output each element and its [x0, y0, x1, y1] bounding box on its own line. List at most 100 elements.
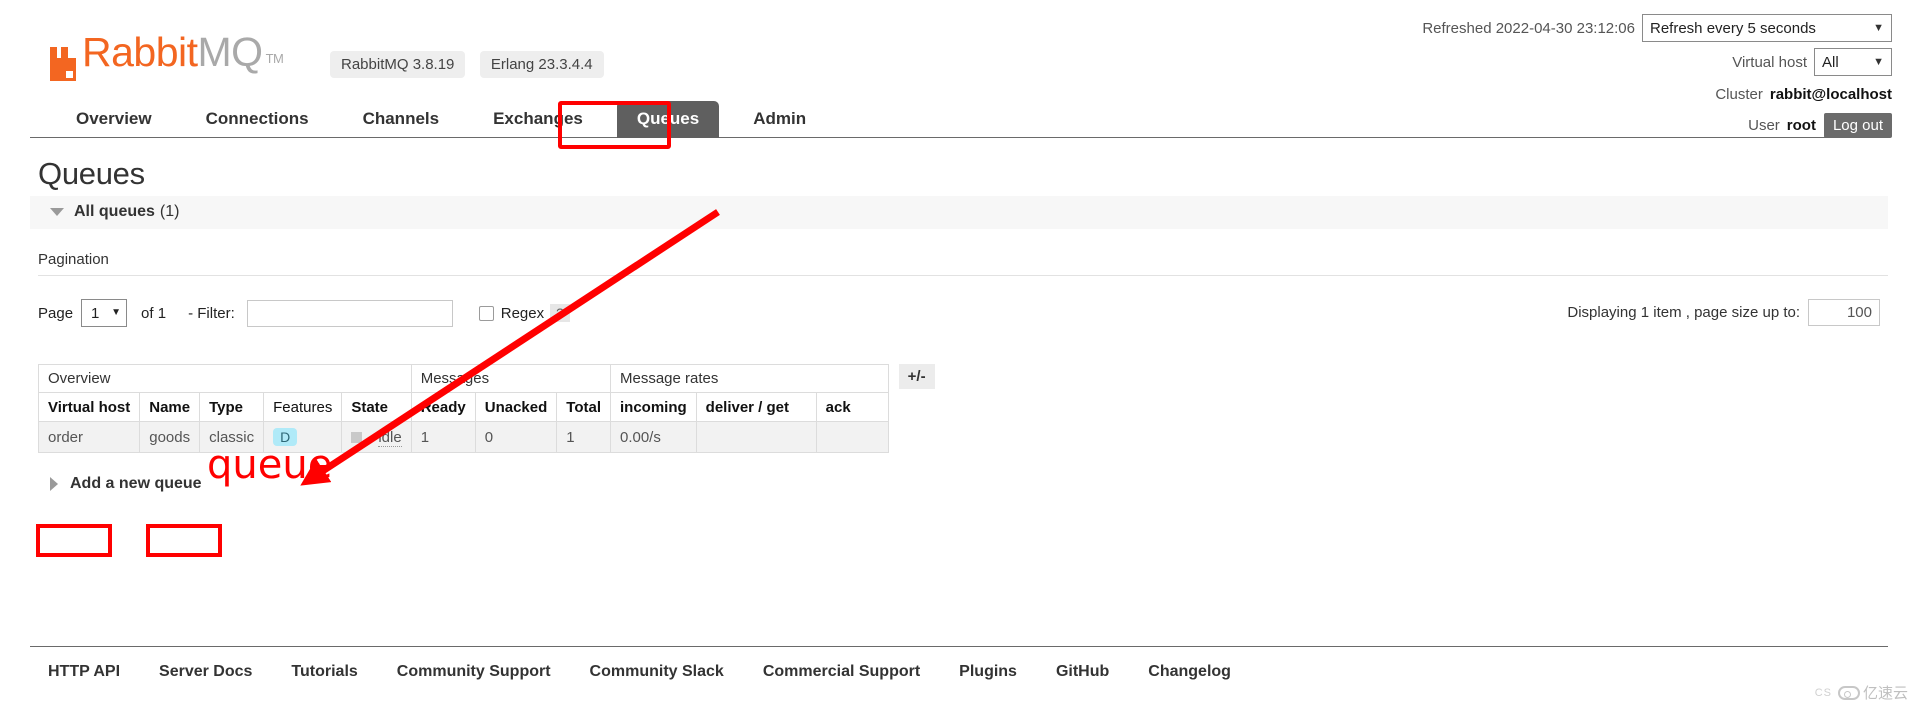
durable-feature-badge: D — [273, 428, 298, 446]
cell-incoming: 0.00/s — [609, 421, 697, 453]
footer-link-community-slack[interactable]: Community Slack — [590, 663, 724, 681]
vhost-label: Virtual host — [1732, 53, 1807, 71]
page-label: Page — [38, 304, 74, 322]
footer-link-http-api[interactable]: HTTP API — [48, 663, 120, 681]
col-name[interactable]: Name — [139, 392, 201, 422]
refresh-row: Refreshed 2022-04-30 23:12:06 Refresh ev… — [1422, 14, 1892, 42]
page-header: RabbitMQ TM RabbitMQ 3.8.19 Erlang 23.3.4… — [0, 0, 1918, 138]
footer-link-plugins[interactable]: Plugins — [959, 663, 1017, 681]
refreshed-timestamp: Refreshed 2022-04-30 23:12:06 — [1422, 19, 1635, 37]
display-info: Displaying 1 item , page size up to: 100 — [1567, 299, 1880, 326]
group-header-message-rates: Message rates — [609, 364, 889, 393]
page-of-label: of 1 — [141, 304, 167, 322]
rabbitmq-version-badge: RabbitMQ 3.8.19 — [330, 51, 466, 78]
footer-link-github[interactable]: GitHub — [1056, 663, 1109, 681]
triangle-right-icon — [50, 477, 58, 491]
triangle-down-icon — [50, 208, 64, 216]
cell-features: D — [263, 421, 343, 453]
cell-virtual-host[interactable]: order — [37, 421, 141, 453]
state-text: idle — [378, 428, 402, 447]
logo-wordmark: RabbitMQ TM — [82, 32, 284, 81]
chevron-down-icon: ▼ — [1873, 56, 1884, 68]
col-type[interactable]: Type — [199, 392, 265, 422]
tab-channels[interactable]: Channels — [343, 101, 460, 138]
watermark: CS 亿速云 — [1815, 682, 1908, 703]
all-queues-count: (1) — [159, 203, 180, 220]
cell-type: classic — [199, 421, 265, 453]
col-deliver-get[interactable]: deliver / get — [695, 392, 817, 422]
logo-text-rabbit: Rabbit — [82, 29, 198, 75]
col-features[interactable]: Features — [263, 392, 343, 422]
page-title: Queues — [38, 156, 145, 191]
vhost-row: Virtual host All ▼ — [1422, 48, 1892, 76]
rabbitmq-management-page: RabbitMQ TM RabbitMQ 3.8.19 Erlang 23.3.4… — [0, 0, 1918, 707]
cell-total: 1 — [556, 421, 611, 453]
table-row[interactable]: order goods classic D idle 1 0 1 0.00/s — [37, 421, 889, 453]
state-indicator-icon — [351, 432, 363, 444]
tab-overview[interactable]: Overview — [56, 101, 172, 138]
footer-link-list: HTTP API Server Docs Tutorials Community… — [30, 663, 1888, 681]
col-state[interactable]: State — [341, 392, 412, 422]
queues-table-container: Overview Messages Message rates Virtual … — [30, 364, 1888, 453]
page-footer: HTTP API Server Docs Tutorials Community… — [30, 646, 1888, 681]
tab-admin[interactable]: Admin — [733, 101, 826, 138]
cell-name[interactable]: goods — [139, 421, 201, 453]
cell-ready: 1 — [410, 421, 476, 453]
add-new-queue-label: Add a new queue — [70, 475, 202, 492]
pagination-title: Pagination — [38, 251, 109, 268]
refresh-interval-value: Refresh every 5 seconds — [1650, 19, 1816, 37]
tab-queues[interactable]: Queues — [616, 101, 720, 138]
version-badges: RabbitMQ 3.8.19 Erlang 23.3.4.4 — [320, 51, 604, 84]
tab-exchanges[interactable]: Exchanges — [473, 101, 603, 138]
displaying-label: Displaying 1 item , page size up to: — [1567, 304, 1800, 321]
filter-label: - Filter: — [188, 304, 235, 322]
table-group-header-row: Overview Messages Message rates — [38, 364, 889, 393]
all-queues-section-header[interactable]: All queues (1) — [30, 196, 1888, 229]
pagination-controls: Page 1 ▼ of 1 - Filter: Regex ? Displayi… — [30, 296, 1888, 330]
regex-checkbox[interactable] — [478, 305, 494, 321]
pagination-section: Pagination — [38, 251, 1888, 276]
cloud-icon — [1837, 685, 1860, 700]
page-number-value: 1 — [91, 304, 100, 322]
logo-text-tm: TM — [265, 51, 284, 66]
vhost-select[interactable]: All ▼ — [1814, 48, 1892, 76]
col-incoming[interactable]: incoming — [609, 392, 697, 422]
filter-input[interactable] — [246, 299, 453, 327]
toggle-columns-button[interactable]: +/- — [898, 364, 935, 389]
annotation-box-name-cell — [146, 524, 222, 557]
rabbitmq-logo[interactable]: RabbitMQ TM — [48, 32, 284, 81]
regex-label: Regex — [500, 304, 545, 322]
footer-link-changelog[interactable]: Changelog — [1148, 663, 1231, 681]
col-ack[interactable]: ack — [815, 392, 889, 422]
cell-unacked: 0 — [474, 421, 558, 453]
add-new-queue-section[interactable]: Add a new queue — [50, 475, 1888, 493]
rabbitmq-logo-icon — [48, 47, 78, 81]
group-header-overview: Overview — [38, 364, 412, 393]
group-header-messages: Messages — [410, 364, 611, 393]
refresh-interval-select[interactable]: Refresh every 5 seconds ▼ — [1642, 14, 1892, 42]
footer-link-community-support[interactable]: Community Support — [397, 663, 551, 681]
watermark-cs-label: CS — [1814, 686, 1832, 699]
footer-link-commercial-support[interactable]: Commercial Support — [763, 663, 920, 681]
chevron-down-icon: ▼ — [111, 307, 122, 318]
col-virtual-host[interactable]: Virtual host — [37, 392, 141, 422]
col-total[interactable]: Total — [556, 392, 611, 422]
annotation-box-vhost-cell — [36, 524, 112, 557]
page-number-select[interactable]: 1 ▼ — [81, 299, 128, 327]
queues-table: Overview Messages Message rates Virtual … — [37, 364, 889, 453]
col-ready[interactable]: Ready — [410, 392, 476, 422]
page-size-input[interactable]: 100 — [1808, 299, 1880, 326]
footer-link-tutorials[interactable]: Tutorials — [291, 663, 357, 681]
footer-link-server-docs[interactable]: Server Docs — [159, 663, 252, 681]
regex-control[interactable]: Regex ? — [478, 304, 570, 322]
col-unacked[interactable]: Unacked — [474, 392, 558, 422]
divider — [38, 275, 1888, 276]
tab-connections[interactable]: Connections — [186, 101, 329, 138]
table-column-header-row: Virtual host Name Type Features State Re… — [37, 392, 889, 422]
regex-help-icon[interactable]: ? — [550, 304, 570, 322]
main-content: Queues All queues (1) Pagination Page 1 … — [0, 156, 1918, 493]
chevron-down-icon: ▼ — [1873, 22, 1884, 34]
vhost-value: All — [1822, 53, 1839, 71]
logo-text-mq: MQ — [197, 29, 264, 75]
cell-state: idle — [341, 421, 412, 453]
